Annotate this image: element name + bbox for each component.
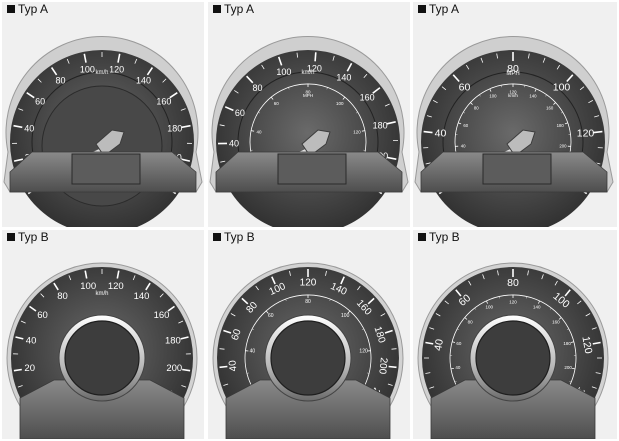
- panel: Typ A 20406080100120140160180200220km/h2…: [208, 2, 410, 227]
- inner-speed-label: 180: [563, 341, 571, 346]
- speed-label: 100: [553, 82, 571, 94]
- speed-label: 180: [373, 120, 388, 130]
- inner-speed-label: 60: [463, 123, 468, 128]
- inner-speed-label: 120: [509, 300, 517, 305]
- unit-label: km/h: [95, 70, 108, 76]
- speedometer-gauge: 020406080100120140160180200220km/h: [3, 36, 203, 227]
- panel: Typ B 2040608010012014016018020022020406…: [208, 230, 410, 439]
- speed-label: 160: [154, 310, 170, 321]
- speed-label: 80: [507, 277, 519, 289]
- inner-speed-label: 60: [274, 101, 280, 106]
- speed-label: 60: [37, 310, 48, 321]
- speed-label: 180: [165, 335, 181, 346]
- speedometer-gauge: 2040608010012014016018020022020406080100…: [212, 262, 404, 439]
- inner-speed-label: 100: [486, 305, 494, 310]
- speed-label: 120: [108, 281, 124, 292]
- unit-label: MPH: [303, 93, 313, 98]
- speed-label: 40: [227, 359, 239, 372]
- speed-label: 140: [336, 72, 351, 82]
- major-tick: [219, 365, 228, 369]
- lcd-display: [482, 153, 552, 185]
- speed-label: 120: [300, 278, 317, 289]
- speedometer-gauge: 020406080100120140160180200220km/h: [6, 262, 198, 439]
- speed-label: 40: [24, 124, 34, 134]
- speed-label: 100: [80, 281, 96, 292]
- speedometer-gauge: 2040608010012014020406080100120140160180…: [417, 262, 609, 439]
- speedometer-grid: Typ A 020406080100120140160180200220km/h…: [0, 0, 619, 441]
- inner-speed-label: 180: [557, 123, 565, 128]
- speed-label: 40: [435, 128, 447, 140]
- speed-label: 60: [35, 97, 45, 107]
- minor-tick: [391, 348, 397, 350]
- speed-label: 40: [26, 335, 37, 346]
- inner-speed-label: 140: [533, 305, 541, 310]
- speed-label: 180: [167, 124, 182, 134]
- center-display: [64, 320, 140, 396]
- panel: Typ A 020406080100120140160180200220km/h: [2, 2, 204, 227]
- major-tick: [314, 52, 317, 62]
- panel: Typ A 20406080100120140MPH20406080100120…: [413, 2, 617, 227]
- speed-label: 20: [24, 363, 35, 374]
- speed-label: 100: [276, 67, 291, 77]
- lcd-display: [277, 153, 347, 185]
- speed-label: 60: [235, 108, 245, 118]
- speed-label: 160: [156, 97, 171, 107]
- speed-label: 140: [136, 76, 151, 86]
- inner-speed-label: 80: [468, 320, 474, 325]
- speed-label: 120: [577, 128, 595, 140]
- major-tick: [593, 130, 603, 134]
- minor-tick: [219, 348, 225, 350]
- speed-label: 80: [55, 76, 65, 86]
- inner-speed-label: 120: [353, 130, 361, 135]
- speedometer-gauge: 20406080100120140MPH20406080100120140160…: [414, 36, 614, 227]
- unit-label: km/h: [508, 93, 518, 98]
- speed-label: 200: [376, 357, 389, 375]
- speed-label: 40: [229, 138, 239, 148]
- center-display: [270, 320, 346, 396]
- inner-speed-label: 200: [564, 365, 572, 370]
- speed-label: 140: [134, 291, 150, 302]
- inner-speed-label: 100: [489, 94, 497, 99]
- speed-label: 80: [252, 83, 262, 93]
- unit-label: km/h: [95, 291, 108, 297]
- inner-speed-label: 40: [455, 365, 461, 370]
- inner-speed-label: 40: [250, 349, 256, 355]
- inner-speed-label: 60: [268, 313, 274, 319]
- inner-speed-label: 140: [529, 94, 537, 99]
- panel: Typ B 020406080100120140160180200220km/h: [2, 230, 204, 439]
- inner-speed-label: 200: [559, 143, 567, 148]
- inner-speed-label: 40: [256, 130, 262, 135]
- speed-label: 40: [432, 338, 446, 352]
- center-display: [475, 320, 551, 396]
- major-tick: [388, 365, 397, 369]
- unit-label: km/h: [301, 70, 314, 76]
- inner-speed-label: 80: [305, 299, 311, 305]
- panel: Typ B 2040608010012014020406080100120140…: [413, 230, 617, 439]
- speed-label: 80: [57, 291, 68, 302]
- inner-speed-label: 100: [336, 101, 344, 106]
- inner-speed-label: 80: [474, 106, 479, 111]
- lcd-display: [71, 153, 141, 185]
- major-tick: [572, 368, 576, 370]
- inner-speed-label: 100: [341, 313, 350, 319]
- inner-speed-label: 160: [546, 106, 554, 111]
- speed-label: 100: [80, 65, 95, 75]
- inner-speed-label: 120: [359, 349, 368, 355]
- speed-label: 60: [459, 82, 471, 94]
- major-tick: [450, 368, 454, 370]
- speed-label: 200: [166, 363, 182, 374]
- speed-label: 120: [109, 65, 124, 75]
- major-tick: [423, 130, 433, 134]
- speed-label: 160: [360, 93, 375, 103]
- inner-speed-label: 60: [456, 341, 462, 346]
- inner-speed-label: 40: [461, 143, 466, 148]
- unit-label: MPH: [506, 71, 519, 77]
- inner-speed-label: 160: [552, 320, 560, 325]
- speedometer-gauge: 20406080100120140160180200220km/h2040608…: [209, 36, 409, 227]
